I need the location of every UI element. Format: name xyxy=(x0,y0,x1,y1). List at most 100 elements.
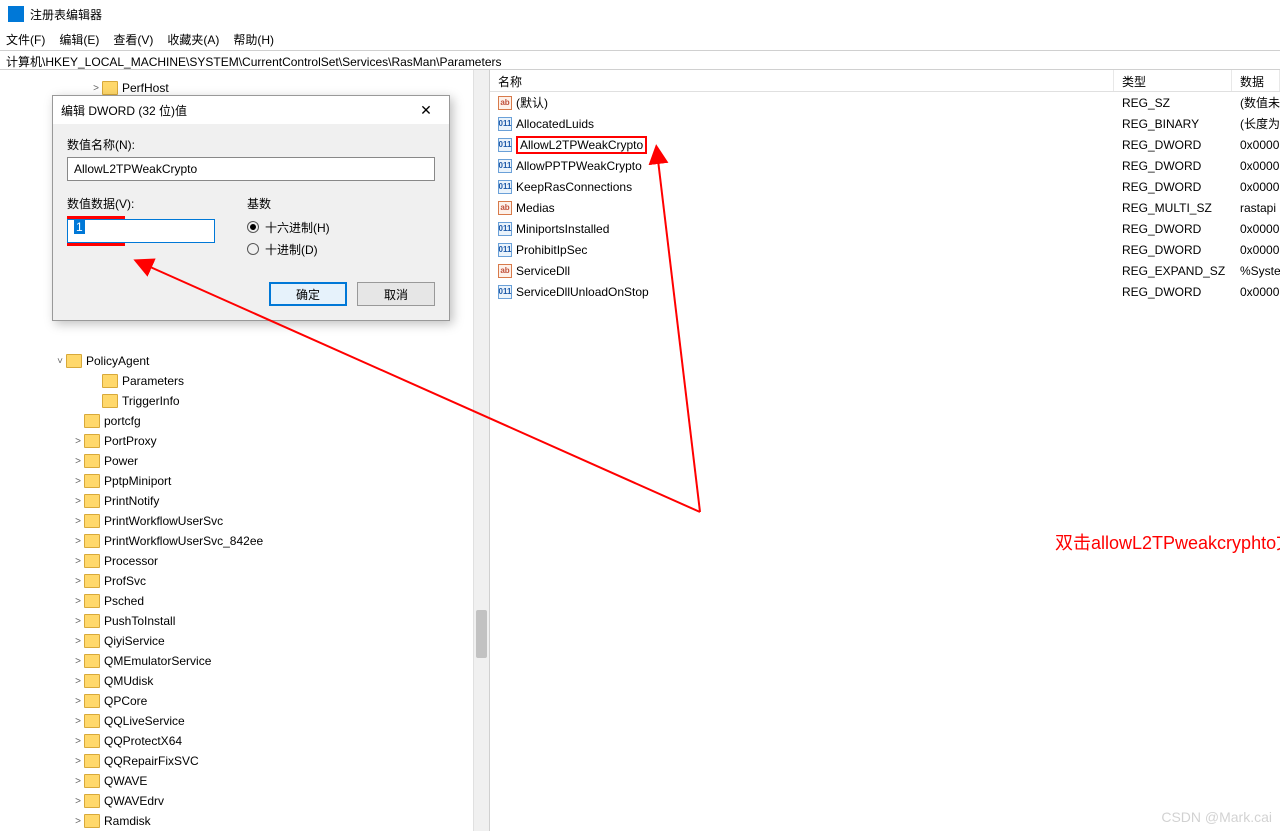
list-row[interactable]: 011MiniportsInstalledREG_DWORD0x0000 xyxy=(490,218,1280,239)
list-row[interactable]: 011AllowPPTPWeakCryptoREG_DWORD0x0000 xyxy=(490,155,1280,176)
window-title: 注册表编辑器 xyxy=(30,6,102,23)
watermark: CSDN @Mark.cai xyxy=(1161,809,1272,825)
chevron-icon[interactable]: > xyxy=(90,83,102,94)
radio-dec-label: 十进制(D) xyxy=(265,241,318,258)
value-data: 0x0000 xyxy=(1232,180,1280,194)
tree-item[interactable]: portcfg xyxy=(0,411,489,431)
cancel-button[interactable]: 取消 xyxy=(357,282,435,306)
tree-item-label: Processor xyxy=(104,554,158,568)
regedit-icon xyxy=(8,6,24,22)
value-data: (数值未 xyxy=(1232,94,1280,111)
scrollbar-thumb[interactable] xyxy=(476,610,487,658)
col-type[interactable]: 类型 xyxy=(1114,70,1232,91)
list-row[interactable]: abServiceDllREG_EXPAND_SZ%Syste xyxy=(490,260,1280,281)
address-bar[interactable]: 计算机\HKEY_LOCAL_MACHINE\SYSTEM\CurrentCon… xyxy=(0,50,1280,70)
tree-item[interactable]: >QiyiService xyxy=(0,631,489,651)
value-name: (默认) xyxy=(516,94,548,111)
chevron-icon[interactable]: > xyxy=(72,576,84,587)
tree-item[interactable]: Parameters xyxy=(0,371,489,391)
tree-item-label: PolicyAgent xyxy=(86,354,149,368)
list-row[interactable]: 011AllocatedLuidsREG_BINARY(长度为 xyxy=(490,113,1280,134)
tree-item[interactable]: >Psched xyxy=(0,591,489,611)
dialog-titlebar[interactable]: 编辑 DWORD (32 位)值 ✕ xyxy=(53,96,449,124)
col-data[interactable]: 数据 xyxy=(1232,70,1280,91)
chevron-icon[interactable]: > xyxy=(72,636,84,647)
chevron-icon[interactable]: > xyxy=(72,756,84,767)
chevron-icon[interactable]: > xyxy=(72,516,84,527)
tree-item[interactable]: > QQRepairFixSVC xyxy=(0,751,489,771)
chevron-icon[interactable]: > xyxy=(72,716,84,727)
chevron-icon[interactable]: > xyxy=(72,676,84,687)
radio-dec-row[interactable]: 十进制(D) xyxy=(247,238,435,260)
chevron-icon[interactable]: > xyxy=(72,696,84,707)
tree-item[interactable]: >QWAVE xyxy=(0,771,489,791)
chevron-icon[interactable]: > xyxy=(72,776,84,787)
tree-scrollbar[interactable] xyxy=(473,70,489,831)
tree-item[interactable]: > QMUdisk xyxy=(0,671,489,691)
tree-item[interactable]: >PortProxy xyxy=(0,431,489,451)
list-body: ab(默认)REG_SZ(数值未011AllocatedLuidsREG_BIN… xyxy=(490,92,1280,831)
tree-item[interactable]: > Processor xyxy=(0,551,489,571)
tree-item[interactable]: >QQProtectX64 xyxy=(0,731,489,751)
chevron-icon[interactable]: > xyxy=(72,796,84,807)
tree-item[interactable]: >PptpMiniport xyxy=(0,471,489,491)
chevron-icon[interactable]: > xyxy=(72,736,84,747)
menu-favorites[interactable]: 收藏夹(A) xyxy=(167,31,219,48)
tree-item[interactable]: >Ramdisk xyxy=(0,811,489,831)
chevron-icon[interactable]: > xyxy=(72,556,84,567)
tree-item[interactable]: >QMEmulatorService xyxy=(0,651,489,671)
chevron-icon[interactable]: ˅ xyxy=(54,356,66,367)
chevron-icon[interactable]: > xyxy=(72,476,84,487)
list-row[interactable]: ab(默认)REG_SZ(数值未 xyxy=(490,92,1280,113)
menu-file[interactable]: 文件(F) xyxy=(6,31,45,48)
tree-item-label: QQRepairFixSVC xyxy=(104,754,199,768)
radio-hex[interactable] xyxy=(247,221,259,233)
menu-edit[interactable]: 编辑(E) xyxy=(59,31,99,48)
tree-item[interactable]: >ProfSvc xyxy=(0,571,489,591)
col-name[interactable]: 名称 xyxy=(490,70,1114,91)
string-value-icon: ab xyxy=(498,264,512,278)
ok-button[interactable]: 确定 xyxy=(269,282,347,306)
value-data-input[interactable]: 1 xyxy=(67,219,215,243)
tree-item-label: TriggerInfo xyxy=(122,394,180,408)
tree-item[interactable]: >PrintWorkflowUserSvc xyxy=(0,511,489,531)
tree-item[interactable]: >PrintWorkflowUserSvc_842ee xyxy=(0,531,489,551)
chevron-icon[interactable]: > xyxy=(72,456,84,467)
radio-hex-row[interactable]: 十六进制(H) xyxy=(247,216,435,238)
tree-item[interactable]: > QQLiveService xyxy=(0,711,489,731)
folder-icon xyxy=(102,374,118,388)
tree-item[interactable]: TriggerInfo xyxy=(0,391,489,411)
tree-item[interactable]: >PushToInstall xyxy=(0,611,489,631)
list-row[interactable]: 011AllowL2TPWeakCryptoREG_DWORD0x0000 xyxy=(490,134,1280,155)
tree-item-label: QQLiveService xyxy=(104,714,185,728)
chevron-icon[interactable]: > xyxy=(72,656,84,667)
tree-item-label: QMUdisk xyxy=(104,674,153,688)
tree-item[interactable]: >QPCore xyxy=(0,691,489,711)
list-row[interactable]: 011ProhibitIpSecREG_DWORD0x0000 xyxy=(490,239,1280,260)
folder-icon xyxy=(84,594,100,608)
tree-item[interactable]: >Power xyxy=(0,451,489,471)
chevron-icon[interactable]: > xyxy=(72,496,84,507)
chevron-icon[interactable]: > xyxy=(72,816,84,827)
list-row[interactable]: abMediasREG_MULTI_SZrastapi xyxy=(490,197,1280,218)
value-name: AllowL2TPWeakCrypto xyxy=(516,136,647,154)
radio-dec[interactable] xyxy=(247,243,259,255)
string-value-icon: ab xyxy=(498,201,512,215)
value-type: REG_BINARY xyxy=(1114,117,1232,131)
value-name-input[interactable] xyxy=(67,157,435,181)
tree-item[interactable]: >QWAVEdrv xyxy=(0,791,489,811)
tree-item[interactable]: >PrintNotify xyxy=(0,491,489,511)
chevron-icon[interactable]: > xyxy=(72,536,84,547)
list-row[interactable]: 011ServiceDllUnloadOnStopREG_DWORD0x0000 xyxy=(490,281,1280,302)
chevron-icon[interactable]: > xyxy=(72,596,84,607)
menu-help[interactable]: 帮助(H) xyxy=(233,31,274,48)
chevron-icon[interactable]: > xyxy=(72,436,84,447)
tree-item[interactable]: ˅ PolicyAgent xyxy=(0,351,489,371)
menu-view[interactable]: 查看(V) xyxy=(113,31,153,48)
close-icon[interactable]: ✕ xyxy=(411,102,441,119)
list-row[interactable]: 011KeepRasConnectionsREG_DWORD0x0000 xyxy=(490,176,1280,197)
chevron-icon[interactable]: > xyxy=(72,616,84,627)
folder-icon xyxy=(84,814,100,828)
folder-icon xyxy=(84,534,100,548)
value-type: REG_DWORD xyxy=(1114,180,1232,194)
